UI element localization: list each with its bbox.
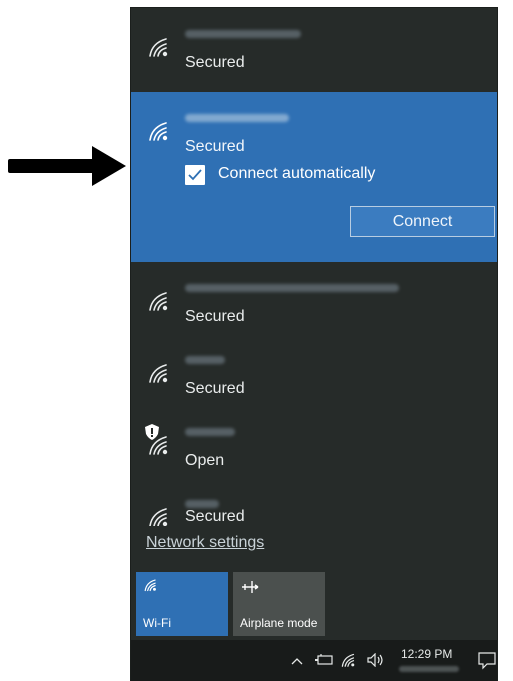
airplane-mode-tile[interactable]: Airplane mode	[233, 572, 325, 636]
wifi-icon	[149, 436, 168, 455]
network-item[interactable]: Secured	[131, 8, 497, 80]
wifi-icon[interactable]	[341, 652, 359, 668]
taskbar: 12:29 PM	[131, 640, 497, 681]
network-item[interactable]: Secured	[131, 478, 497, 526]
chevron-up-icon[interactable]	[291, 657, 303, 665]
network-status: Secured	[185, 138, 245, 155]
speaker-icon[interactable]	[367, 653, 385, 667]
wifi-icon	[149, 292, 168, 311]
network-status: Secured	[185, 308, 245, 325]
taskbar-clock[interactable]: 12:29 PM	[401, 647, 452, 661]
wifi-toggle-tile[interactable]: Wi-Fi	[136, 572, 228, 636]
network-item[interactable]: Secured	[131, 334, 497, 406]
wifi-icon	[144, 579, 156, 592]
date-blurred	[399, 666, 459, 672]
network-name-blurred	[185, 356, 225, 364]
network-item[interactable]: Secured	[131, 262, 497, 334]
wifi-icon	[149, 122, 168, 141]
action-center-icon[interactable]	[478, 652, 496, 670]
battery-icon[interactable]	[315, 654, 333, 666]
network-item-selected[interactable]: Secured Connect automatically Connect	[131, 92, 497, 262]
network-status: Open	[185, 452, 225, 469]
network-name-blurred	[185, 428, 235, 436]
pointer-arrow-icon	[8, 146, 126, 186]
checkmark-icon	[188, 169, 202, 181]
airplane-icon	[242, 581, 259, 593]
connect-button[interactable]: Connect	[350, 206, 495, 237]
network-status: Secured	[185, 380, 245, 397]
checkbox[interactable]	[185, 165, 205, 185]
network-status: Secured	[185, 54, 245, 71]
network-flyout: Secured Secured Connect automatically Co…	[131, 8, 497, 681]
wifi-tile-label: Wi-Fi	[143, 616, 171, 630]
airplane-tile-label: Airplane mode	[240, 616, 318, 630]
wifi-icon	[149, 364, 168, 383]
connect-automatically-label: Connect automatically	[218, 165, 376, 182]
network-name-blurred	[185, 284, 399, 292]
network-settings-link[interactable]: Network settings	[146, 534, 264, 552]
network-item[interactable]: Open	[131, 406, 497, 478]
network-name-blurred	[185, 114, 289, 122]
network-name-blurred	[185, 30, 301, 38]
wifi-icon	[149, 38, 168, 57]
network-name-blurred	[185, 500, 219, 508]
wifi-icon	[149, 508, 168, 526]
network-status: Secured	[185, 508, 245, 525]
